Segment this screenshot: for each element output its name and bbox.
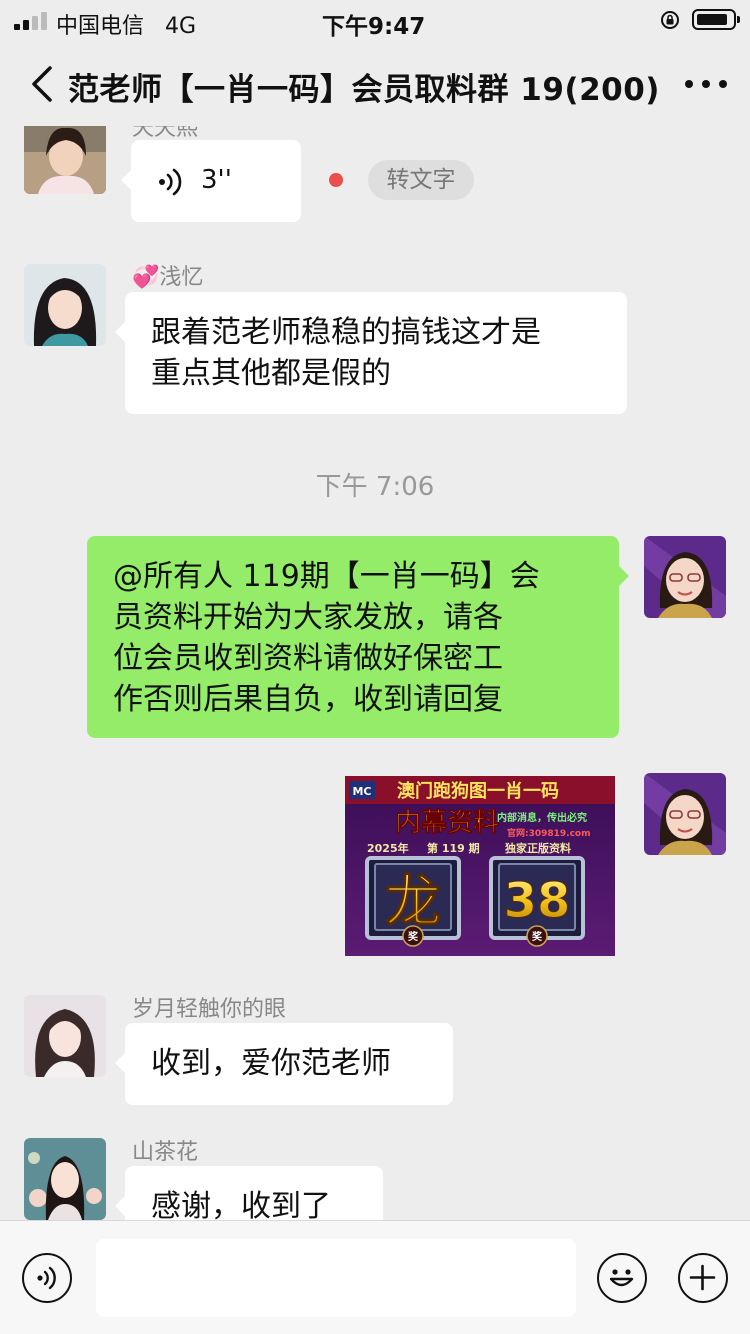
heart-emoji-icon: 💞 xyxy=(132,265,160,290)
own-text-message-bubble[interactable]: @所有人 119期【一肖一码】会 员资料开始为大家发放，请各 位会员收到资料请做… xyxy=(87,536,629,738)
emoji-icon[interactable] xyxy=(597,1253,647,1303)
message-timestamp: 下午 7:06 xyxy=(315,472,435,502)
chat-title: 范老师【一肖一码】会员取料群 19(200) xyxy=(68,72,660,108)
image-logo: MC xyxy=(352,785,371,798)
signal-icon xyxy=(14,10,48,30)
message-input[interactable] xyxy=(96,1239,576,1317)
avatar[interactable] xyxy=(24,1138,106,1220)
own-avatar[interactable] xyxy=(644,536,726,618)
text-message-bubble[interactable]: 跟着范老师稳稳的搞钱这才是 重点其他都是假的 xyxy=(115,292,627,414)
avatar[interactable] xyxy=(24,126,106,194)
image-site: 官网:309819.com xyxy=(507,827,591,839)
medal-label: 奖 xyxy=(532,930,543,943)
avatar[interactable] xyxy=(24,995,106,1077)
status-bar: 中国电信 4G 下午9:47 xyxy=(0,0,750,40)
unread-voice-dot xyxy=(329,173,343,187)
sender-name: 💞浅忆 xyxy=(132,265,204,290)
sender-name: 岁月轻触你的眼 xyxy=(132,997,287,1022)
network-label: 4G xyxy=(165,14,197,39)
own-avatar[interactable] xyxy=(644,773,726,855)
text-message-bubble[interactable]: 感谢，收到了 xyxy=(115,1166,383,1220)
image-issue: 第 119 期 xyxy=(427,841,480,855)
status-time: 下午9:47 xyxy=(322,14,426,40)
sender-name: 山茶花 xyxy=(132,1140,199,1165)
carrier-label: 中国电信 4G xyxy=(56,14,197,39)
voice-duration: 3'' xyxy=(201,165,232,195)
input-bar xyxy=(0,1220,750,1334)
image-title: 澳门跑狗图一肖一码 xyxy=(397,780,559,802)
lottery-image[interactable]: MC 澳门跑狗图一肖一码 内幕资料 内部消息，传出必究 官网:309819.co… xyxy=(345,776,615,956)
chevron-left-icon[interactable] xyxy=(28,64,58,104)
voice-wave-icon xyxy=(159,168,182,196)
chat-header: 范老师【一肖一码】会员取料群 19(200) xyxy=(0,40,750,126)
more-dots-icon[interactable] xyxy=(685,80,735,90)
image-number: 38 xyxy=(504,873,571,929)
avatar[interactable] xyxy=(24,264,106,346)
voice-mode-icon[interactable] xyxy=(22,1253,72,1303)
image-year: 2025年 xyxy=(367,841,409,855)
rotation-lock-icon xyxy=(661,11,679,29)
battery-icon xyxy=(692,9,740,30)
image-subtitle: 内幕资料 xyxy=(395,808,499,838)
text-message-bubble[interactable]: 收到，爱你范老师 xyxy=(115,1023,453,1105)
plus-icon[interactable] xyxy=(678,1253,728,1303)
medal-label: 奖 xyxy=(408,930,419,943)
convert-to-text-button[interactable]: 转文字 xyxy=(368,160,474,200)
voice-message-bubble[interactable]: 3'' xyxy=(121,140,301,222)
image-slogan: 内部消息，传出必究 xyxy=(497,811,587,824)
image-tag: 独家正版资料 xyxy=(504,841,571,855)
message-list[interactable]: 天天熙 3'' 转文字 💞浅忆 跟着范老师稳稳的搞钱这才是 重点其他都是假的 下… xyxy=(0,126,750,1220)
